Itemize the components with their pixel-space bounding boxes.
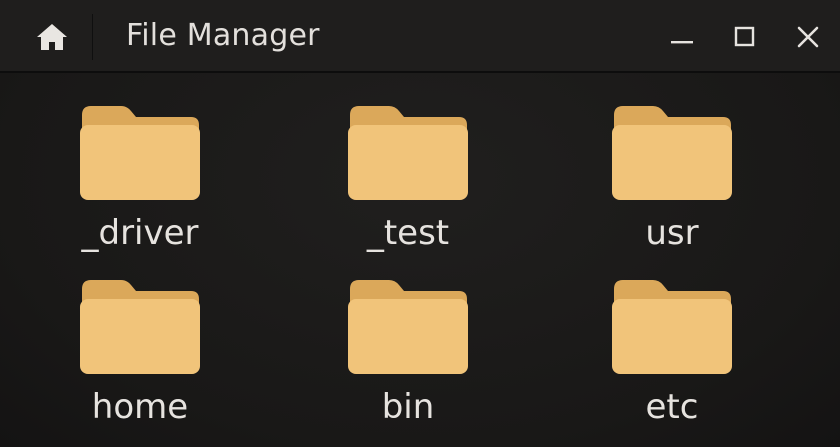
- close-icon: [797, 26, 819, 48]
- file-manager-window: File Manager _driver _test usr home bin …: [0, 0, 840, 447]
- folder-label: bin: [381, 387, 435, 427]
- title-bar: File Manager: [0, 0, 840, 73]
- home-icon: [37, 24, 67, 50]
- folder-icon: [612, 280, 732, 374]
- folder-grid: _driver _test usr home bin etc: [0, 73, 840, 447]
- title-divider: [92, 14, 93, 60]
- folder-item-etc[interactable]: etc: [572, 277, 772, 427]
- folder-item-usr[interactable]: usr: [572, 103, 772, 253]
- folder-label: etc: [645, 387, 699, 427]
- folder-item-home[interactable]: home: [40, 277, 240, 427]
- folder-item-driver[interactable]: _driver: [40, 103, 240, 253]
- minimize-icon: [671, 41, 693, 44]
- home-button[interactable]: [30, 18, 74, 56]
- folder-icon: [348, 280, 468, 374]
- folder-label: home: [91, 387, 189, 427]
- folder-icon: [80, 106, 200, 200]
- folder-item-test[interactable]: _test: [308, 103, 508, 253]
- folder-icon: [80, 280, 200, 374]
- folder-icon: [612, 106, 732, 200]
- folder-item-bin[interactable]: bin: [308, 277, 508, 427]
- folder-icon: [348, 106, 468, 200]
- maximize-icon: [734, 26, 755, 47]
- maximize-button[interactable]: [727, 19, 763, 55]
- folder-label: usr: [645, 213, 699, 253]
- window-title: File Manager: [126, 18, 320, 53]
- minimize-button[interactable]: [664, 19, 700, 55]
- close-button[interactable]: [790, 19, 826, 55]
- folder-label: _driver: [81, 213, 199, 253]
- folder-label: _test: [366, 213, 450, 253]
